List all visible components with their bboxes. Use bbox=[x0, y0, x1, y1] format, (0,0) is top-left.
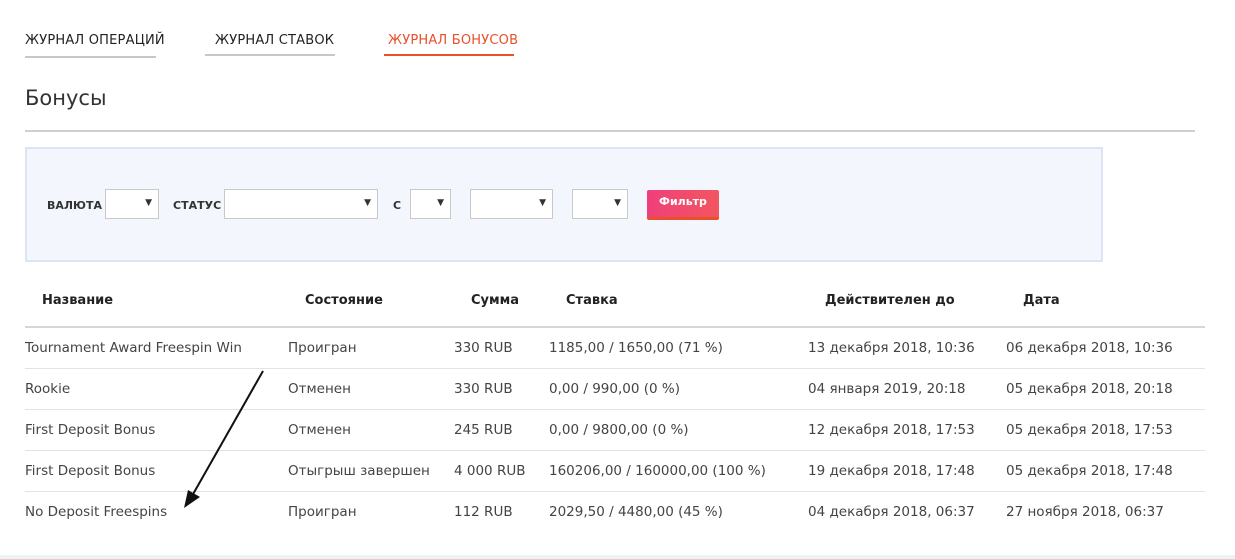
day-select[interactable]: ▼ bbox=[410, 189, 451, 219]
cell-amount: 330 RUB bbox=[454, 381, 513, 397]
col-header-date: Дата bbox=[1023, 293, 1060, 308]
month-select[interactable]: ▼ bbox=[470, 189, 553, 219]
table-row: First Deposit Bonus Отменен 245 RUB 0,00… bbox=[25, 410, 1205, 451]
table-row: Tournament Award Freespin Win Проигран 3… bbox=[25, 328, 1205, 369]
cell-state: Отменен bbox=[288, 381, 351, 397]
cell-valid-until: 04 января 2019, 20:18 bbox=[808, 381, 966, 397]
cell-valid-until: 12 декабря 2018, 17:53 bbox=[808, 422, 975, 438]
filter-panel: ВАЛЮТА ▼ СТАТУС ▼ С ▼ ▼ ▼ Фильтр bbox=[25, 147, 1103, 262]
cell-name: First Deposit Bonus bbox=[25, 422, 156, 438]
cell-date: 05 декабря 2018, 20:18 bbox=[1006, 381, 1173, 397]
col-header-name: Название bbox=[42, 293, 114, 308]
status-label: СТАТУС bbox=[173, 199, 222, 212]
currency-label: ВАЛЮТА bbox=[47, 199, 102, 212]
cell-wager: 0,00 / 990,00 (0 %) bbox=[549, 381, 680, 397]
bonuses-table: Название Состояние Сумма Ставка Действит… bbox=[25, 280, 1205, 536]
chevron-down-icon: ▼ bbox=[614, 198, 621, 208]
chevron-down-icon: ▼ bbox=[145, 198, 152, 208]
cell-date: 05 декабря 2018, 17:53 bbox=[1006, 422, 1173, 438]
cell-name: First Deposit Bonus bbox=[25, 463, 156, 479]
bottom-strip bbox=[0, 555, 1235, 559]
year-select[interactable]: ▼ bbox=[572, 189, 628, 219]
cell-wager: 1185,00 / 1650,00 (71 %) bbox=[549, 340, 723, 356]
cell-amount: 112 RUB bbox=[454, 504, 513, 520]
col-header-state: Состояние bbox=[305, 293, 383, 308]
cell-date: 05 декабря 2018, 17:48 bbox=[1006, 463, 1173, 479]
cell-name: No Deposit Freespins bbox=[25, 504, 168, 520]
cell-wager: 160206,00 / 160000,00 (100 %) bbox=[549, 463, 766, 479]
page-title: Бонусы bbox=[25, 86, 107, 110]
cell-state: Отыгрыш завершен bbox=[288, 463, 430, 479]
cell-state: Отменен bbox=[288, 422, 351, 438]
cell-valid-until: 04 декабря 2018, 06:37 bbox=[808, 504, 975, 520]
filter-button[interactable]: Фильтр bbox=[647, 190, 719, 220]
table-row: Rookie Отменен 330 RUB 0,00 / 990,00 (0 … bbox=[25, 369, 1205, 410]
cell-amount: 330 RUB bbox=[454, 340, 513, 356]
cell-amount: 4 000 RUB bbox=[454, 463, 526, 479]
cell-valid-until: 13 декабря 2018, 10:36 bbox=[808, 340, 975, 356]
cell-name: Tournament Award Freespin Win bbox=[25, 340, 242, 356]
currency-select[interactable]: ▼ bbox=[105, 189, 159, 219]
page: ЖУРНАЛ ОПЕРАЦИЙ ЖУРНАЛ СТАВОК ЖУРНАЛ БОН… bbox=[0, 0, 1235, 559]
status-select[interactable]: ▼ bbox=[224, 189, 378, 219]
table-header: Название Состояние Сумма Ставка Действит… bbox=[25, 280, 1205, 328]
cell-name: Rookie bbox=[25, 381, 71, 397]
cell-state: Проигран bbox=[288, 504, 357, 520]
title-divider bbox=[25, 130, 1195, 132]
cell-wager: 2029,50 / 4480,00 (45 %) bbox=[549, 504, 723, 520]
col-header-wager: Ставка bbox=[566, 293, 618, 308]
col-header-valid-until: Действителен до bbox=[825, 293, 955, 308]
table-row: First Deposit Bonus Отыгрыш завершен 4 0… bbox=[25, 451, 1205, 492]
cell-date: 06 декабря 2018, 10:36 bbox=[1006, 340, 1173, 356]
chevron-down-icon: ▼ bbox=[539, 198, 546, 208]
table-row: No Deposit Freespins Проигран 112 RUB 20… bbox=[25, 492, 1205, 536]
date-from-label: С bbox=[393, 199, 402, 212]
tab-bets-log[interactable]: ЖУРНАЛ СТАВОК bbox=[205, 30, 335, 56]
cell-amount: 245 RUB bbox=[454, 422, 513, 438]
cell-valid-until: 19 декабря 2018, 17:48 bbox=[808, 463, 975, 479]
chevron-down-icon: ▼ bbox=[364, 198, 371, 208]
tab-bonuses-log[interactable]: ЖУРНАЛ БОНУСОВ bbox=[384, 30, 518, 56]
cell-wager: 0,00 / 9800,00 (0 %) bbox=[549, 422, 689, 438]
chevron-down-icon: ▼ bbox=[437, 198, 444, 208]
col-header-amount: Сумма bbox=[471, 293, 520, 308]
cell-date: 27 ноября 2018, 06:37 bbox=[1006, 504, 1164, 520]
tab-operations-log[interactable]: ЖУРНАЛ ОПЕРАЦИЙ bbox=[25, 30, 165, 58]
cell-state: Проигран bbox=[288, 340, 357, 356]
